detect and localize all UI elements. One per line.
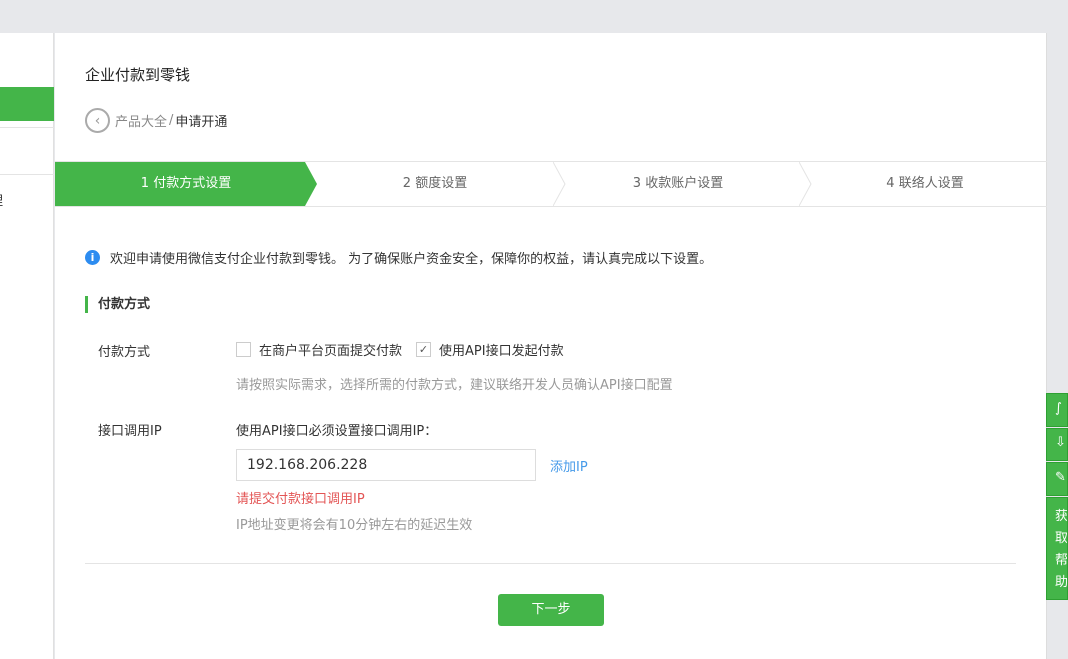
ip-input[interactable]: 192.168.206.228: [236, 449, 536, 481]
float-tool-edit[interactable]: ✎: [1046, 462, 1068, 496]
notice: i 欢迎申请使用微信支付企业付款到零钱。 为了确保账户资金安全，保障你的权益，请认…: [85, 248, 712, 267]
step-3: 3 收款账户设置: [632, 176, 724, 191]
payment-method-label: 付款方式: [98, 345, 151, 360]
breadcrumb: ‹ 产品大全 / 申请开通: [85, 108, 227, 133]
notice-text: 欢迎申请使用微信支付企业付款到零钱。 为了确保账户资金安全，保障你的权益，请认真…: [110, 252, 713, 267]
option-platform-label[interactable]: 在商户平台页面提交付款: [259, 340, 402, 359]
float-tool-link[interactable]: ∫: [1046, 393, 1068, 427]
ip-label: 接口调用IP: [98, 424, 162, 439]
ip-desc: 使用API接口必须设置接口调用IP：: [236, 424, 438, 439]
sidebar-item[interactable]: 理: [0, 190, 3, 209]
breadcrumb-current: 申请开通: [175, 115, 228, 130]
step-chevron: [553, 162, 566, 206]
download-icon: ⇩: [1055, 435, 1066, 450]
link-icon: ∫: [1055, 401, 1062, 416]
step-4: 4 联络人设置: [886, 176, 964, 191]
step-1: 1 付款方式设置: [55, 162, 317, 206]
checkbox-api[interactable]: ✓: [416, 342, 432, 357]
section-title: 付款方式: [85, 296, 150, 313]
step-chevron: [799, 162, 812, 206]
divider: [0, 127, 54, 128]
add-ip-link[interactable]: 添加IP: [550, 456, 588, 475]
ip-hint: IP地址变更将会有10分钟左右的延迟生效: [236, 518, 473, 533]
ip-error: 请提交付款接口调用IP: [236, 492, 365, 507]
step-bar: 1 付款方式设置 2 额度设置 3 收款账户设置 4 联络人设置: [55, 161, 1047, 207]
divider: [85, 563, 1016, 564]
checkbox-platform[interactable]: [236, 342, 251, 357]
sidebar: 理: [0, 33, 54, 659]
float-tool-download[interactable]: ⇩: [1046, 428, 1068, 461]
info-icon: i: [85, 250, 100, 265]
back-icon[interactable]: ‹: [85, 108, 110, 133]
breadcrumb-separator: /: [169, 113, 174, 128]
option-api-label[interactable]: 使用API接口发起付款: [439, 340, 564, 359]
main-panel: 企业付款到零钱 ‹ 产品大全 / 申请开通 1 付款方式设置 2 额度设置 3 …: [55, 33, 1047, 659]
divider: [0, 174, 54, 175]
payment-method-options: 在商户平台页面提交付款 ✓ 使用API接口发起付款: [236, 340, 564, 359]
step-2: 2 额度设置: [402, 176, 468, 191]
page-title: 企业付款到零钱: [85, 66, 191, 84]
breadcrumb-parent[interactable]: 产品大全: [115, 111, 167, 130]
payment-method-hint: 请按照实际需求，选择所需的付款方式，建议联络开发人员确认API接口配置: [236, 378, 673, 393]
help-label: 获取帮助: [1055, 509, 1068, 590]
edit-icon: ✎: [1055, 470, 1066, 485]
sidebar-active-item[interactable]: [0, 87, 54, 121]
next-button[interactable]: 下一步: [498, 594, 604, 626]
float-tool-help[interactable]: 获取帮助: [1046, 497, 1068, 600]
